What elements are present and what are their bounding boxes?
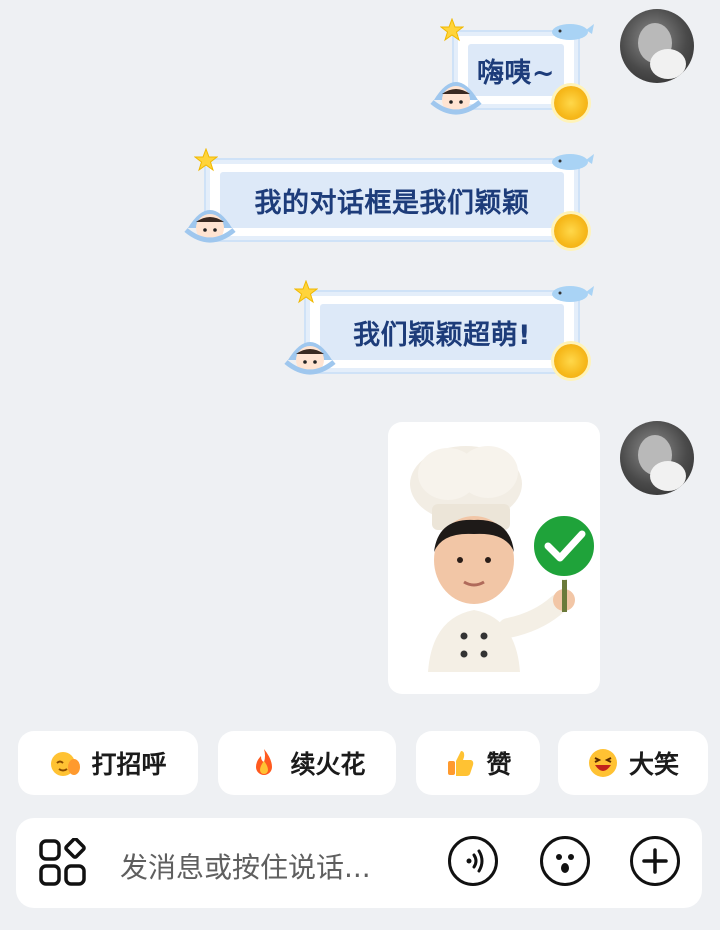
emoji-face-icon: [556, 854, 574, 873]
sun-icon: [554, 214, 588, 248]
message-text: 我的对话框是我们颖颖: [254, 187, 530, 219]
quick-reply-greet[interactable]: 打招呼: [18, 731, 198, 795]
quick-reply-label: 打招呼: [91, 750, 167, 779]
avatar-dog: [650, 49, 686, 79]
sun-icon: [554, 86, 588, 120]
message-text: 我们颖颖超萌!: [353, 319, 531, 351]
message-bubble[interactable]: 我的对话框是我们颖颖: [204, 158, 580, 242]
star-icon: [294, 280, 318, 304]
quick-reply-spark[interactable]: 续火花: [218, 731, 396, 795]
thumbs-up-icon: [448, 751, 474, 776]
whale-icon: [552, 286, 594, 302]
shark-character-icon: [284, 342, 336, 375]
bubble-inner: 我们颖颖超萌!: [320, 304, 564, 360]
shark-character-icon: [184, 210, 236, 243]
voice-button[interactable]: [448, 836, 498, 886]
fire-icon: [256, 749, 273, 775]
sun-icon: [554, 344, 588, 378]
laughing-emoji-icon: [588, 749, 617, 777]
star-icon: [440, 18, 464, 42]
voice-wave-icon: [466, 849, 484, 873]
message-text: 嗨咦~: [476, 57, 556, 89]
quick-reply-like[interactable]: 赞: [416, 731, 540, 795]
star-icon: [194, 148, 218, 172]
message-input-bar: 发消息或按住说话...: [16, 818, 702, 908]
plus-icon: [642, 848, 668, 874]
bubble-inner: 我的对话框是我们颖颖: [220, 172, 564, 228]
avatar-dog: [650, 461, 686, 491]
wave-emoji-icon: [51, 752, 81, 776]
chef-sticker[interactable]: [388, 422, 600, 694]
emoji-button[interactable]: [540, 836, 590, 886]
message-bubble[interactable]: 我们颖颖超萌!: [304, 290, 580, 374]
quick-reply-label: 续火花: [290, 750, 366, 779]
user-avatar[interactable]: [620, 9, 694, 83]
chef-illustration: [410, 446, 598, 672]
user-avatar[interactable]: [620, 421, 694, 495]
whale-icon: [552, 154, 594, 170]
apps-grid-icon[interactable]: [38, 838, 88, 888]
quick-reply-label: 大笑: [628, 750, 679, 779]
plus-button[interactable]: [630, 836, 680, 886]
whale-icon: [552, 24, 594, 40]
quick-reply-laugh[interactable]: 大笑: [558, 731, 708, 795]
quick-reply-label: 赞: [486, 750, 512, 779]
message-input[interactable]: 发消息或按住说话...: [120, 846, 371, 886]
shark-character-icon: [430, 82, 482, 115]
